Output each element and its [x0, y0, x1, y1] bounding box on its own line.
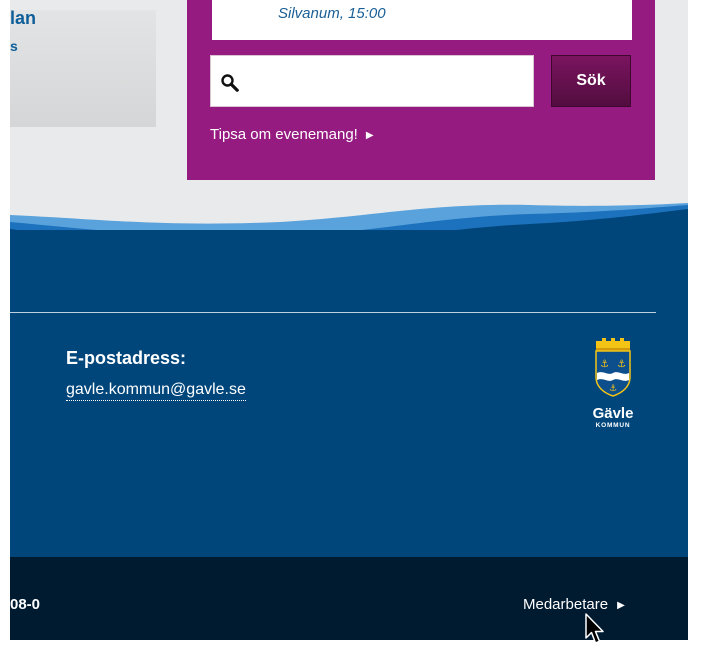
event-listing[interactable]: Silvanum, 15:00 [212, 0, 632, 40]
gavle-kommun-logo[interactable]: ⚓ ⚓ ⚓ Gävle KOMMUN [584, 337, 642, 437]
event-panel: Silvanum, 15:00 Sök Tipsa om evenemang! ▶ [187, 0, 655, 180]
staff-link-label: Medarbetare [523, 596, 609, 613]
suggest-event-label: Tipsa om evenemang! [210, 126, 358, 143]
phone-number-fragment: 08-0 [10, 596, 41, 613]
email-link[interactable]: gavle.kommun@gavle.se [66, 381, 246, 401]
mouse-pointer-icon [585, 613, 604, 644]
svg-text:⚓: ⚓ [600, 359, 609, 370]
svg-text:⚓: ⚓ [609, 384, 617, 394]
page-shell: lan s Silvanum, 15:00 Sök Tipsa om evene… [10, 0, 688, 640]
event-location-time: Silvanum, 15:00 [278, 5, 386, 22]
site-footer: E-postadress: gavle.kommun@gavle.se ⚓ ⚓ … [10, 230, 688, 557]
page: lan s Silvanum, 15:00 Sök Tipsa om evene… [0, 0, 702, 653]
right-gutter [688, 0, 702, 653]
staff-link[interactable]: Medarbetare ▶ [523, 596, 625, 613]
play-arrow-icon: ▶ [617, 600, 625, 611]
news-card[interactable]: lan s [10, 8, 156, 127]
logo-wordmark: Gävle [593, 405, 634, 422]
footer-divider [10, 312, 656, 313]
search-icon [221, 74, 239, 92]
news-card-subtitle[interactable]: s [10, 38, 18, 54]
logo-subtitle: KOMMUN [596, 422, 631, 429]
play-arrow-icon: ▶ [365, 130, 374, 141]
news-card-title[interactable]: lan [10, 8, 36, 29]
suggest-event-link[interactable]: Tipsa om evenemang! ▶ [210, 126, 374, 143]
event-search-field[interactable] [210, 55, 534, 107]
email-heading: E-postadress: [66, 348, 187, 368]
search-button[interactable]: Sök [551, 55, 631, 107]
svg-text:⚓: ⚓ [617, 359, 626, 370]
